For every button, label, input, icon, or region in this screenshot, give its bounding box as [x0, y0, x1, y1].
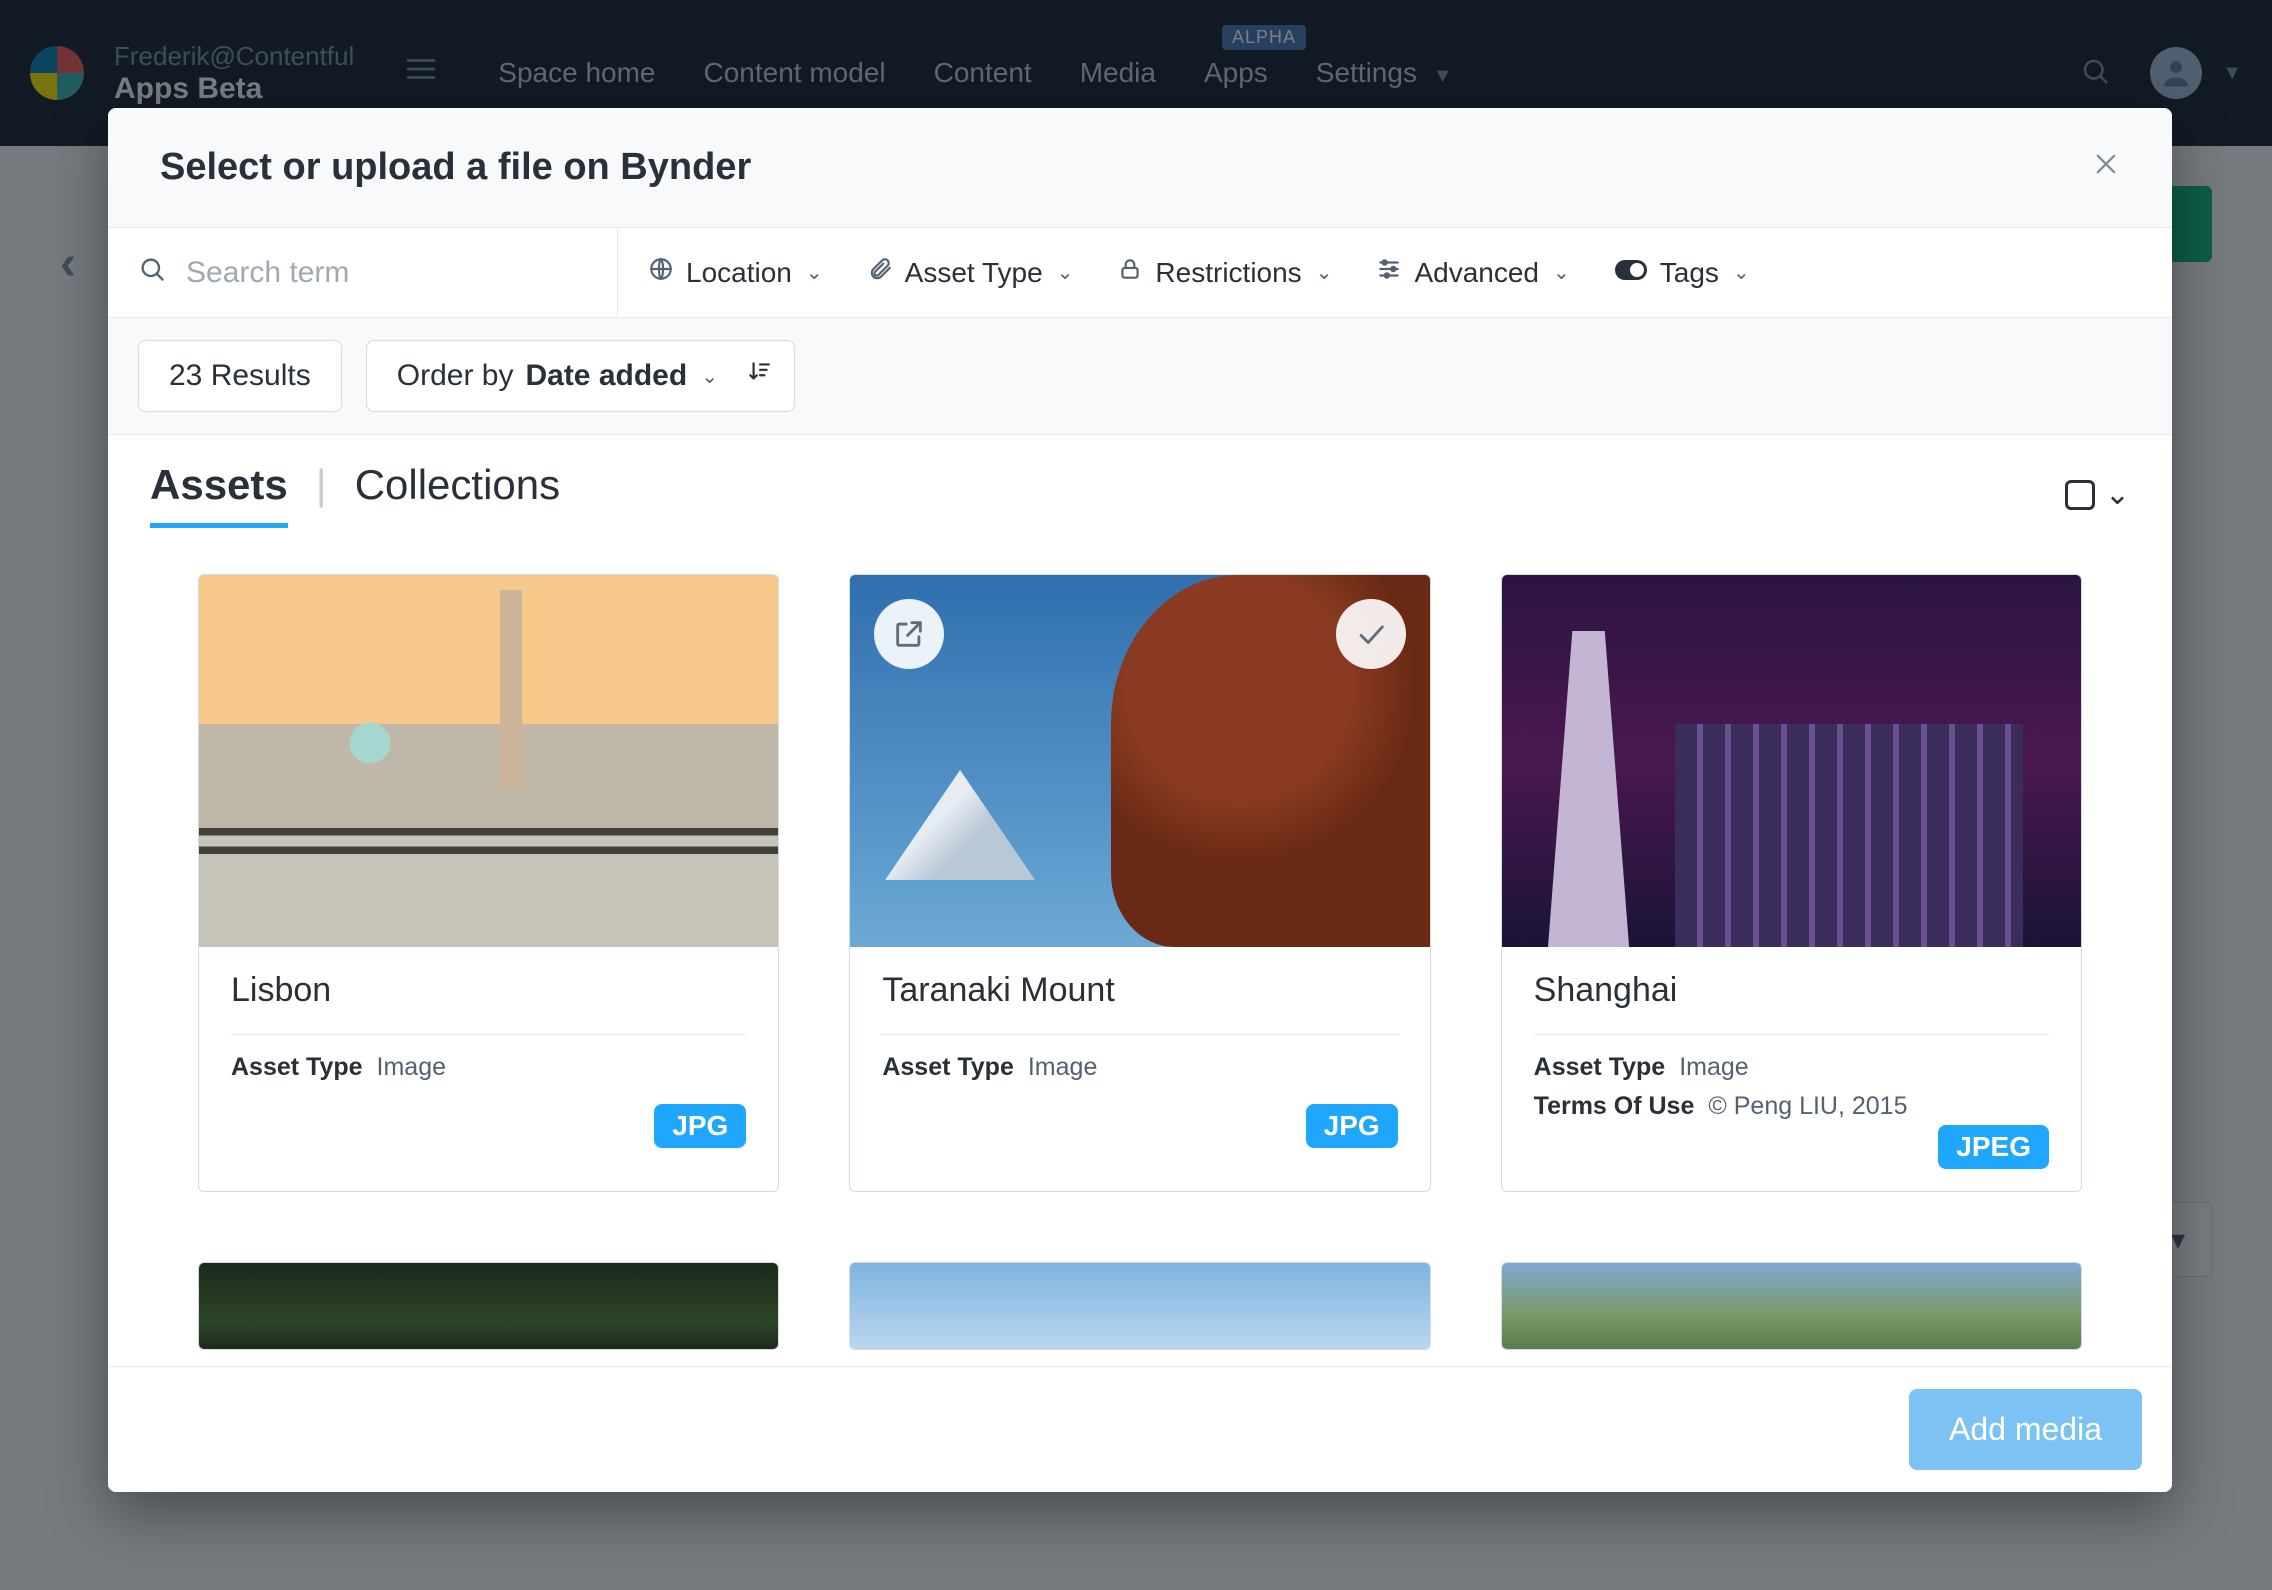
lock-icon	[1117, 256, 1143, 289]
tabs: Assets | Collections	[150, 461, 560, 528]
meta-value: Image	[377, 1053, 446, 1082]
asset-thumbnail[interactable]	[199, 575, 778, 947]
asset-thumbnail[interactable]	[199, 1263, 778, 1349]
chevron-down-icon: ⌄	[1553, 260, 1570, 285]
modal-footer: Add media	[108, 1366, 2172, 1492]
asset-grid: Lisbon Asset Type Image JPG	[150, 574, 2130, 1350]
tab-assets[interactable]: Assets	[150, 461, 288, 528]
chevron-down-icon: ⌄	[1733, 260, 1750, 285]
chevron-down-icon: ⌄	[701, 364, 718, 389]
chevron-down-icon: ⌄	[1316, 260, 1333, 285]
meta-label: Terms Of Use	[1534, 1092, 1695, 1121]
asset-card[interactable]	[849, 1262, 1430, 1350]
bynder-modal: Select or upload a file on Bynder Locati…	[108, 108, 2172, 1492]
filter-label: Asset Type	[905, 257, 1043, 289]
asset-thumbnail[interactable]	[850, 1263, 1429, 1349]
order-value: Date added	[525, 359, 687, 393]
filter-advanced[interactable]: Advanced ⌄	[1376, 256, 1569, 289]
tab-separator: |	[316, 461, 327, 509]
asset-card[interactable]	[1501, 1262, 2082, 1350]
order-prefix: Order by	[397, 359, 514, 393]
filter-bar: Location ⌄ Asset Type ⌄ Restrictions ⌄	[108, 228, 2172, 318]
close-icon[interactable]	[2092, 149, 2120, 186]
asset-card[interactable]: Lisbon Asset Type Image JPG	[198, 574, 779, 1192]
chevron-down-icon: ⌄	[806, 260, 823, 285]
add-media-button[interactable]: Add media	[1909, 1389, 2142, 1470]
order-by-button[interactable]: Order by Date added ⌄	[366, 340, 749, 412]
filter-label: Tags	[1660, 257, 1719, 289]
asset-thumbnail[interactable]	[850, 575, 1429, 947]
asset-card[interactable]	[198, 1262, 779, 1350]
chevron-down-icon: ⌄	[2105, 477, 2130, 512]
format-badge: JPEG	[1938, 1125, 2049, 1169]
modal-header: Select or upload a file on Bynder	[108, 108, 2172, 228]
sliders-icon	[1376, 256, 1402, 289]
search-input[interactable]	[186, 256, 587, 290]
paperclip-icon	[867, 256, 893, 289]
filter-label: Advanced	[1414, 257, 1539, 289]
meta-label: Asset Type	[882, 1053, 1014, 1082]
asset-title: Lisbon	[231, 971, 746, 1035]
result-bar: 23 Results Order by Date added ⌄	[108, 318, 2172, 435]
meta-value: Image	[1028, 1053, 1097, 1082]
filter-asset-type[interactable]: Asset Type ⌄	[867, 256, 1074, 289]
selected-check-icon[interactable]	[1336, 599, 1406, 669]
asset-title: Taranaki Mount	[882, 971, 1397, 1035]
asset-card[interactable]: Shanghai Asset Type Image Terms Of Use ©…	[1501, 574, 2082, 1192]
selection-options[interactable]: ⌄	[2065, 477, 2130, 512]
open-external-icon[interactable]	[874, 599, 944, 669]
filter-label: Restrictions	[1155, 257, 1301, 289]
sort-direction-button[interactable]	[724, 340, 795, 412]
meta-value: Image	[1679, 1053, 1748, 1082]
filter-label: Location	[686, 257, 792, 289]
search-box[interactable]	[108, 228, 618, 317]
chevron-down-icon: ⌄	[1057, 260, 1074, 285]
checkbox-icon	[2065, 480, 2095, 510]
asset-title: Shanghai	[1534, 971, 2049, 1035]
modal-content: Assets | Collections ⌄ Lisbon Asset Type…	[108, 435, 2172, 1366]
format-badge: JPG	[654, 1104, 746, 1148]
asset-thumbnail[interactable]	[1502, 1263, 2081, 1349]
tab-collections[interactable]: Collections	[355, 461, 560, 523]
globe-icon	[648, 256, 674, 289]
modal-title: Select or upload a file on Bynder	[160, 146, 751, 189]
filter-location[interactable]: Location ⌄	[648, 256, 823, 289]
filter-restrictions[interactable]: Restrictions ⌄	[1117, 256, 1332, 289]
meta-value: © Peng LIU, 2015	[1708, 1092, 1907, 1121]
results-count: 23 Results	[138, 340, 342, 412]
filter-tags[interactable]: Tags ⌄	[1614, 257, 1750, 289]
asset-thumbnail[interactable]	[1502, 575, 2081, 947]
asset-card[interactable]: Taranaki Mount Asset Type Image JPG	[849, 574, 1430, 1192]
sort-control[interactable]: Order by Date added ⌄	[366, 340, 795, 412]
meta-label: Asset Type	[1534, 1053, 1666, 1082]
search-icon	[138, 255, 166, 290]
meta-label: Asset Type	[231, 1053, 363, 1082]
toggle-icon	[1614, 257, 1648, 288]
format-badge: JPG	[1306, 1104, 1398, 1148]
